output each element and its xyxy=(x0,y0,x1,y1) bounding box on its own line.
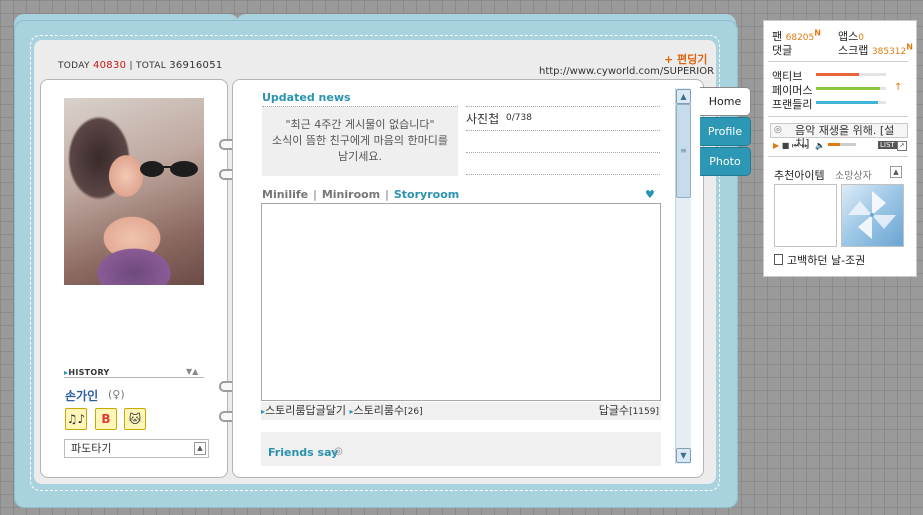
volume-slider[interactable] xyxy=(827,143,856,146)
updated-news-message: "최근 4주간 게시물이 없습니다" 소식이 뜸한 친구에게 마음의 한마디를 … xyxy=(272,118,448,163)
player-controls: ▶ ■ ⏮ ⏭ 🔈 xyxy=(773,141,856,151)
history-toggle-icon[interactable]: ▼▲ xyxy=(186,367,198,376)
storyroom-count-label[interactable]: 스토리룸수 xyxy=(354,404,405,417)
wave-select[interactable]: 파도타기 ▲ xyxy=(64,439,209,458)
tab-storyroom[interactable]: Storyroom xyxy=(394,188,459,201)
photo-album-count: 0/738 xyxy=(506,113,532,123)
document-icon xyxy=(774,254,783,265)
edit-link[interactable]: + 편딩기 xyxy=(664,51,707,67)
scroll-up-icon[interactable]: ▲ xyxy=(676,89,691,104)
total-count: 36916051 xyxy=(169,60,223,71)
divider xyxy=(466,152,660,153)
storyroom-area[interactable] xyxy=(261,203,661,401)
sunglasses-shape xyxy=(140,161,198,177)
info-icon[interactable]: ◎ xyxy=(334,446,343,457)
divider xyxy=(768,61,908,62)
music-player-bar[interactable]: ◎ 음악 재생을 위해. [설치] xyxy=(770,123,908,150)
owner-name: 손가인 xyxy=(65,389,99,403)
comment-stat[interactable]: 댓글 xyxy=(772,42,792,58)
visitor-counter: TODAY 40830 | TOTAL 36916051 xyxy=(58,60,223,71)
owner-gender: (♀) xyxy=(108,388,125,401)
history-divider xyxy=(64,377,204,378)
history-label[interactable]: ▸HISTORY xyxy=(64,368,110,377)
meter-famous xyxy=(816,87,886,90)
meter-active xyxy=(816,73,886,76)
recommend-title: 추천아이템 xyxy=(774,169,825,182)
storyroom-bar: ▸스토리룸답글달기 ▸스토리룸수[26] 답글수[1159] xyxy=(261,402,661,420)
friends-say-title: Friends say xyxy=(268,446,339,459)
arrow-up-icon: ↑ xyxy=(894,82,903,93)
wish-box-link[interactable]: 소망상자 xyxy=(835,167,872,182)
playlist-button[interactable]: LIST xyxy=(878,141,897,149)
scrap-stat[interactable]: 스크랩 385312N xyxy=(838,42,913,58)
meter-label-friendly: 프랜들리 xyxy=(772,98,813,111)
divider xyxy=(466,174,660,175)
next-icon[interactable]: ⏭ xyxy=(802,141,809,150)
stop-icon[interactable]: ■ xyxy=(782,141,790,150)
divider xyxy=(768,156,908,157)
tab-photo[interactable]: Photo xyxy=(700,147,751,176)
tab-profile[interactable]: Profile xyxy=(700,117,751,146)
meter-friendly xyxy=(816,101,886,104)
current-song[interactable]: 고백하던 날-조권 xyxy=(774,252,865,268)
music-note-icon[interactable]: ♫♪ xyxy=(65,408,87,430)
divider xyxy=(768,116,908,117)
chevron-up-icon[interactable]: ▲ xyxy=(194,442,206,455)
answer-count: 답글수[1159] xyxy=(598,404,659,417)
character-icon[interactable]: 🐱 xyxy=(124,408,146,430)
prev-icon[interactable]: ⏮ xyxy=(792,141,799,150)
music-disc-icon: ◎ xyxy=(774,125,782,135)
b-badge-icon[interactable]: B xyxy=(95,408,117,430)
photo-album-link[interactable]: 사진첩 xyxy=(466,110,499,127)
homepage-url[interactable]: http://www.cyworld.com/SUPERIOR xyxy=(539,66,714,77)
tab-miniroom[interactable]: Miniroom xyxy=(322,188,380,201)
divider xyxy=(262,106,458,107)
recommend-item-1[interactable] xyxy=(774,184,837,247)
profile-photo[interactable] xyxy=(64,98,204,285)
grip-icon: ≡ xyxy=(680,146,687,155)
play-icon[interactable]: ▶ xyxy=(773,141,779,150)
heart-icon[interactable]: ♥ xyxy=(645,188,655,201)
divider xyxy=(466,106,660,107)
pinwheel-icon xyxy=(848,191,896,239)
recommend-item-2[interactable] xyxy=(841,184,904,247)
today-count: 40830 xyxy=(92,60,127,71)
storyroom-reply-link[interactable]: 스토리룸답글달기 xyxy=(265,404,346,417)
scroll-down-icon[interactable]: ▼ xyxy=(676,448,691,463)
room-tabs: Minilife | Miniroom | Storyroom xyxy=(262,188,460,201)
tab-minilife[interactable]: Minilife xyxy=(262,188,308,201)
expand-icon[interactable]: ↗ xyxy=(897,141,907,151)
tab-home[interactable]: Home xyxy=(700,87,751,116)
volume-icon[interactable]: 🔈 xyxy=(815,141,825,150)
chevron-up-icon[interactable]: ▲ xyxy=(890,166,902,178)
divider xyxy=(466,130,660,131)
updated-news-title: Updated news xyxy=(262,91,351,104)
